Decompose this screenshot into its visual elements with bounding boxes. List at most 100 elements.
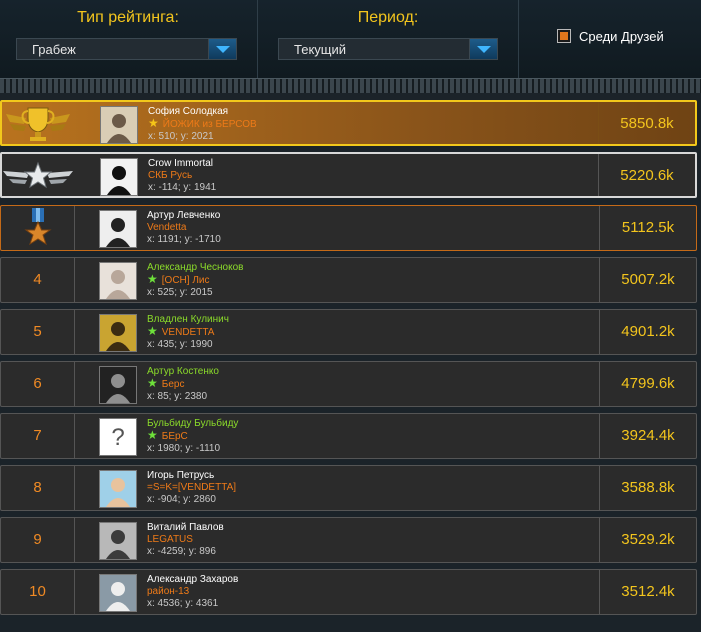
avatar[interactable] — [99, 314, 137, 352]
clan-name[interactable]: БЕрС — [162, 431, 188, 442]
score-value: 5850.8k — [620, 115, 674, 132]
clan-line: СКБ Русь — [148, 170, 216, 182]
score-value: 3512.4k — [621, 583, 675, 600]
clan-name[interactable]: [ОСН] Лис — [162, 275, 210, 286]
leaderboard-row[interactable]: Crow Immortal СКБ Русь x: -114; y: 1941 522… — [0, 152, 697, 198]
leaderboard-row[interactable]: 4 Александр Чесноков ★ [ОСН] Лис x: 525; y:… — [0, 257, 697, 303]
clan-line: ★ ЙОЖИК из БЕРСОВ — [148, 116, 257, 131]
clan-name[interactable]: СКБ Русь — [148, 170, 192, 181]
rank-cell — [2, 102, 75, 144]
player-coords: x: 525; y: 2015 — [147, 287, 213, 298]
header-divider — [0, 78, 701, 93]
avatar[interactable] — [99, 522, 137, 560]
player-name[interactable]: София Солодкая — [148, 106, 257, 118]
rating-header: Тип рейтинга: Грабеж Период: Текущий Сре… — [0, 0, 701, 78]
rank-number: 7 — [33, 427, 42, 444]
player-coords: x: -904; y: 2860 — [147, 494, 216, 505]
score-value: 3924.4k — [621, 427, 675, 444]
player-coords: x: 85; y: 2380 — [147, 391, 208, 402]
avatar[interactable] — [99, 366, 137, 404]
player-name[interactable]: Владлен Кулинич — [147, 314, 229, 326]
leaderboard-row[interactable]: 9 Виталий Павлов LEGATUS x: -4259; y: 896 3… — [0, 517, 697, 563]
leaderboard-row[interactable]: 8 Игорь Петрусь =S=K=[VENDETTA] x: -904; y… — [0, 465, 697, 511]
avatar[interactable] — [99, 210, 137, 248]
chevron-down-icon[interactable] — [208, 39, 236, 59]
star-icon: ★ — [148, 116, 159, 130]
leaderboard-row[interactable]: София Солодкая ★ ЙОЖИК из БЕРСОВ x: 510; y:… — [0, 100, 697, 146]
clan-name[interactable]: LEGATUS — [147, 534, 193, 545]
player-coords: x: 435; y: 1990 — [147, 339, 213, 350]
star-icon: ★ — [147, 428, 158, 442]
clan-name[interactable]: Берс — [162, 379, 185, 390]
clan-name[interactable]: район-13 — [147, 586, 189, 597]
clan-name[interactable]: Vendetta — [147, 222, 186, 233]
player-name[interactable]: Виталий Павлов — [147, 522, 224, 534]
rank-cell: 8 — [1, 466, 75, 510]
rank-number: 5 — [33, 323, 42, 340]
friends-checkbox[interactable] — [557, 29, 571, 43]
rank-cell: 9 — [1, 518, 75, 562]
rating-type-section: Тип рейтинга: Грабеж — [0, 0, 256, 78]
player-info: София Солодкая ★ ЙОЖИК из БЕРСОВ x: 510; y:… — [148, 106, 257, 143]
score-cell: 3529.2k — [599, 518, 696, 562]
avatar[interactable] — [99, 262, 137, 300]
avatar[interactable] — [100, 106, 138, 144]
leaderboard-row[interactable]: 6 Артур Костенко ★ Берс x: 85; y: 2380 4799.… — [0, 361, 697, 407]
clan-line: =S=K=[VENDETTA] — [147, 482, 236, 494]
avatar[interactable] — [99, 574, 137, 612]
player-name[interactable]: Crow Immortal — [148, 158, 216, 170]
star-icon: ★ — [147, 272, 158, 286]
leaderboard-row[interactable]: 10 Александр Захаров район-13 x: 4536; y: … — [0, 569, 697, 615]
avatar[interactable] — [100, 158, 138, 196]
player-name[interactable]: Игорь Петрусь — [147, 470, 236, 482]
player-name[interactable]: Александр Захаров — [147, 574, 238, 586]
score-cell: 5850.8k — [598, 102, 695, 144]
rank-number: 6 — [33, 375, 42, 392]
clan-name[interactable]: VENDETTA — [162, 327, 215, 338]
leaderboard-row[interactable]: Артур Левченко Vendetta x: 1191; y: -1710 5… — [0, 205, 697, 251]
player-coords: x: 1191; y: -1710 — [147, 234, 221, 245]
rank-cell: 4 — [1, 258, 75, 302]
clan-name[interactable]: ЙОЖИК из БЕРСОВ — [163, 119, 257, 130]
rating-type-value: Грабеж — [32, 42, 76, 57]
score-value: 5112.5k — [621, 219, 675, 236]
player-coords: x: 4536; y: 4361 — [147, 598, 219, 609]
leaderboard-row[interactable]: 7 ? Бульбиду Бульбиду ★ БЕрС x: 1980; y: -11… — [0, 413, 697, 459]
player-name[interactable]: Бульбиду Бульбиду — [147, 418, 238, 430]
clan-line: район-13 — [147, 586, 238, 598]
score-cell: 5007.2k — [599, 258, 696, 302]
player-info: Александр Чесноков ★ [ОСН] Лис x: 525; y: 2… — [147, 262, 243, 299]
player-info: Бульбиду Бульбиду ★ БЕрС x: 1980; y: -1110 — [147, 418, 238, 455]
rank-cell: 10 — [1, 570, 75, 614]
score-value: 5220.6k — [620, 167, 674, 184]
chevron-down-icon[interactable] — [469, 39, 497, 59]
rank-number: 4 — [33, 271, 42, 288]
score-cell: 3924.4k — [599, 414, 696, 458]
friends-filter-section: Среди Друзей — [518, 0, 701, 78]
player-info: Александр Захаров район-13 x: 4536; y: 436… — [147, 574, 238, 610]
player-info: Игорь Петрусь =S=K=[VENDETTA] x: -904; y: … — [147, 470, 236, 506]
period-label: Период: — [357, 9, 419, 26]
friends-label[interactable]: Среди Друзей — [579, 29, 664, 44]
score-value: 4901.2k — [621, 323, 675, 340]
player-coords: x: 510; y: 2021 — [148, 131, 214, 142]
player-name[interactable]: Артур Костенко — [147, 366, 219, 378]
rank-cell: 7 — [1, 414, 75, 458]
rank-cell — [2, 154, 75, 196]
period-section: Период: Текущий — [257, 0, 518, 78]
rank-cell: 5 — [1, 310, 75, 354]
leaderboard-row[interactable]: 5 Владлен Кулинич ★ VENDETTA x: 435; y: 199… — [0, 309, 697, 355]
avatar[interactable] — [99, 470, 137, 508]
avatar[interactable]: ? — [99, 418, 137, 456]
clan-name[interactable]: =S=K=[VENDETTA] — [147, 482, 236, 493]
rank-cell: 6 — [1, 362, 75, 406]
rating-type-dropdown[interactable]: Грабеж — [16, 38, 237, 60]
score-cell: 3512.4k — [599, 570, 696, 614]
score-cell: 4901.2k — [599, 310, 696, 354]
period-dropdown[interactable]: Текущий — [278, 38, 498, 60]
player-info: Crow Immortal СКБ Русь x: -114; y: 1941 — [148, 158, 216, 194]
player-coords: x: -4259; y: 896 — [147, 546, 216, 557]
player-name[interactable]: Артур Левченко — [147, 210, 221, 222]
player-name[interactable]: Александр Чесноков — [147, 262, 243, 274]
score-value: 3588.8k — [621, 479, 675, 496]
